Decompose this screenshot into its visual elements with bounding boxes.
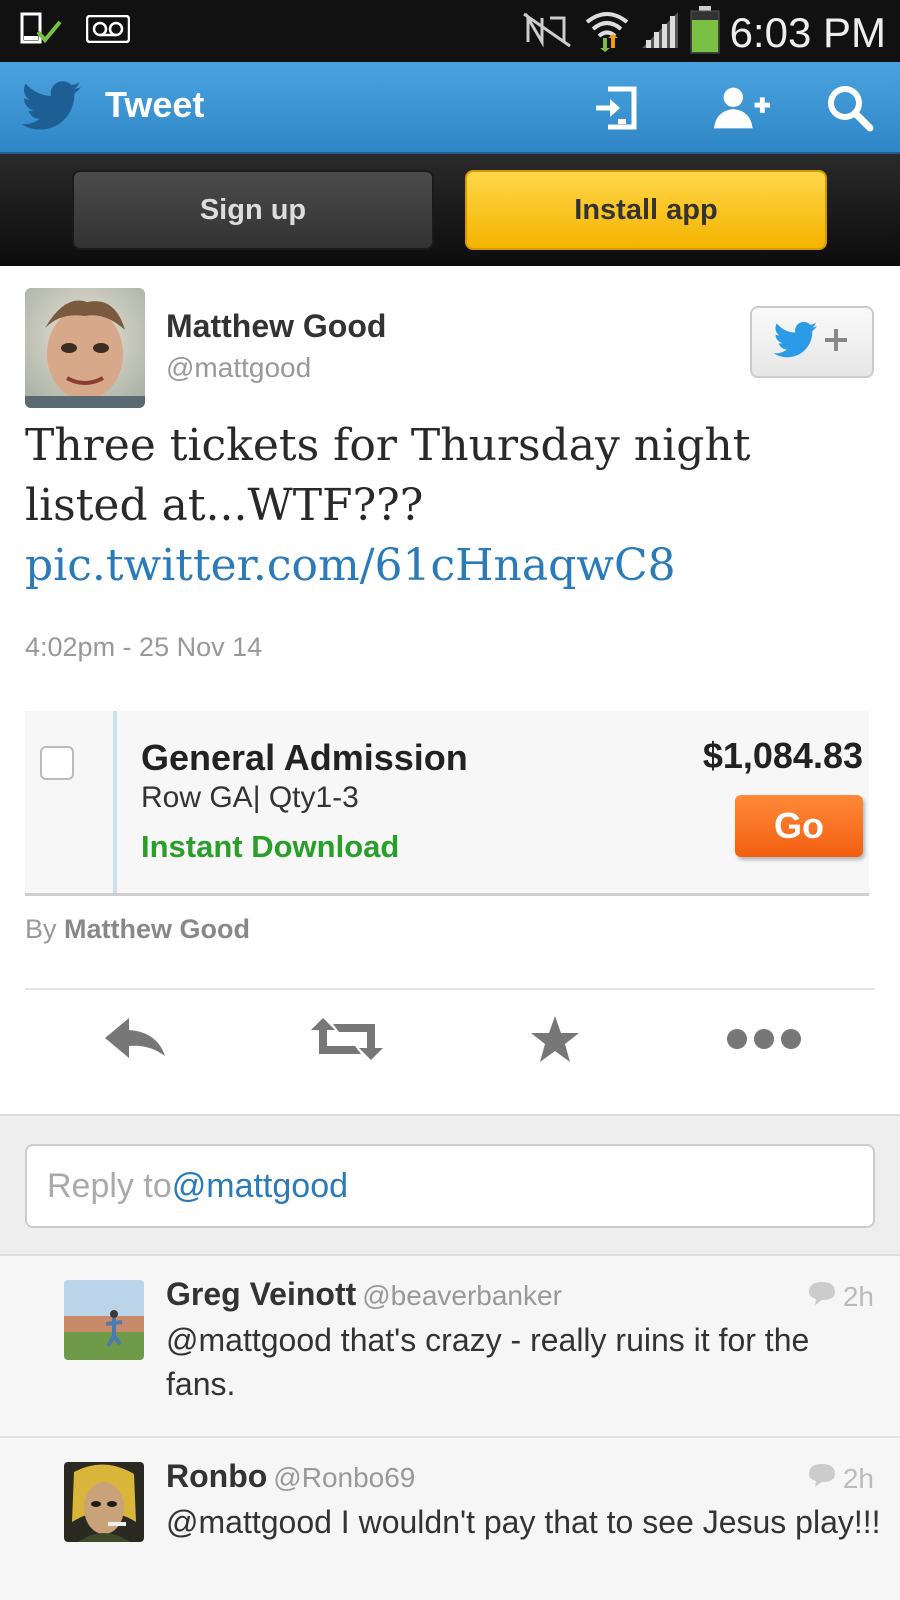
tweet-timestamp[interactable]: 4:02pm - 25 Nov 14: [25, 632, 262, 663]
search-icon[interactable]: [820, 82, 880, 134]
embed-divider: [113, 711, 117, 893]
reply-input[interactable]: Reply to @mattgood: [25, 1144, 875, 1228]
author-handle[interactable]: @mattgood: [166, 352, 311, 384]
reply-author-name[interactable]: Greg Veinott: [166, 1276, 356, 1312]
status-bar: 6:03 PM: [0, 0, 900, 62]
reply-item[interactable]: Greg Veinott @beaverbanker 2h @mattgood t…: [0, 1256, 900, 1438]
reply-author: Ronbo @Ronbo69: [166, 1458, 415, 1495]
go-button: Go: [735, 795, 863, 857]
reply-author: Greg Veinott @beaverbanker: [166, 1276, 562, 1313]
install-app-button[interactable]: Install app: [465, 170, 827, 250]
reply-button[interactable]: [85, 1006, 185, 1076]
tweet-text: Three tickets for Thursday night listed …: [25, 416, 885, 596]
reply-area: Reply to @mattgood: [0, 1116, 900, 1256]
more-icon: [725, 1027, 803, 1056]
by-prefix: By: [25, 914, 57, 944]
cta-bar: Sign up Install app: [0, 154, 900, 266]
sign-in-icon[interactable]: [586, 82, 646, 134]
follow-button[interactable]: [750, 306, 874, 378]
add-user-icon[interactable]: [712, 82, 772, 134]
by-author[interactable]: Matthew Good: [64, 914, 250, 944]
reply-time: 2h: [807, 1280, 874, 1313]
reply-item[interactable]: Ronbo @Ronbo69 2h @mattgood I wouldn't pa…: [0, 1438, 900, 1600]
header-title: Tweet: [105, 84, 205, 125]
reply-icon: [103, 1016, 167, 1067]
ticket-checkbox: [40, 746, 74, 780]
reply-author-name[interactable]: Ronbo: [166, 1458, 267, 1494]
reply-mention: @mattgood: [171, 1166, 349, 1205]
wifi-icon: [584, 8, 630, 57]
retweet-icon: [309, 1016, 385, 1067]
embedded-image[interactable]: General Admission Row GA| Qty1-3 Instant…: [25, 711, 869, 896]
tweet-link[interactable]: pic.twitter.com/61cHnaqwC8: [25, 540, 676, 591]
twitter-bird-icon: [773, 321, 818, 364]
reply-author-handle[interactable]: @beaverbanker: [362, 1280, 562, 1311]
author-name[interactable]: Matthew Good: [166, 308, 386, 345]
ticket-delivery: Instant Download: [141, 829, 400, 864]
reply-avatar[interactable]: [64, 1280, 144, 1360]
ticket-row: Row GA| Qty1-3: [141, 781, 359, 814]
tweet-card: Matthew Good @mattgood Three tickets for…: [0, 266, 900, 1116]
download-complete-icon: [20, 12, 64, 51]
battery-icon: [690, 6, 720, 59]
ticket-title: General Admission: [141, 737, 468, 778]
nfc-off-icon: [520, 10, 574, 55]
plus-icon: [822, 326, 850, 359]
reply-author-handle[interactable]: @Ronbo69: [273, 1462, 415, 1493]
speech-bubble-icon: [807, 1462, 837, 1495]
star-icon: [529, 1014, 581, 1069]
signal-icon: [640, 10, 680, 55]
voicemail-icon: [85, 14, 131, 48]
reply-time: 2h: [807, 1462, 874, 1495]
reply-text: @mattgood I wouldn't pay that to see Jes…: [166, 1504, 881, 1540]
reply-time-text: 2h: [842, 1280, 874, 1312]
by-line: By Matthew Good: [25, 914, 250, 945]
speech-bubble-icon: [807, 1280, 837, 1313]
reply-time-text: 2h: [842, 1462, 874, 1494]
reply-prefix: Reply to: [47, 1166, 172, 1205]
twitter-bird-icon[interactable]: [21, 80, 82, 137]
tweet-body: Three tickets for Thursday night listed …: [25, 420, 751, 531]
status-time: 6:03 PM: [729, 8, 886, 56]
reply-text: @mattgood that's crazy - really ruins it…: [166, 1322, 810, 1402]
actions-divider: [25, 988, 875, 990]
reply-avatar[interactable]: [64, 1462, 144, 1542]
retweet-button[interactable]: [297, 1006, 397, 1076]
ticket-price: $1,084.83: [702, 735, 863, 776]
sign-up-button[interactable]: Sign up: [72, 170, 434, 250]
more-button[interactable]: [714, 1006, 814, 1076]
author-avatar[interactable]: [25, 288, 145, 408]
favorite-button[interactable]: [505, 1006, 605, 1076]
app-header: Tweet: [0, 62, 900, 154]
